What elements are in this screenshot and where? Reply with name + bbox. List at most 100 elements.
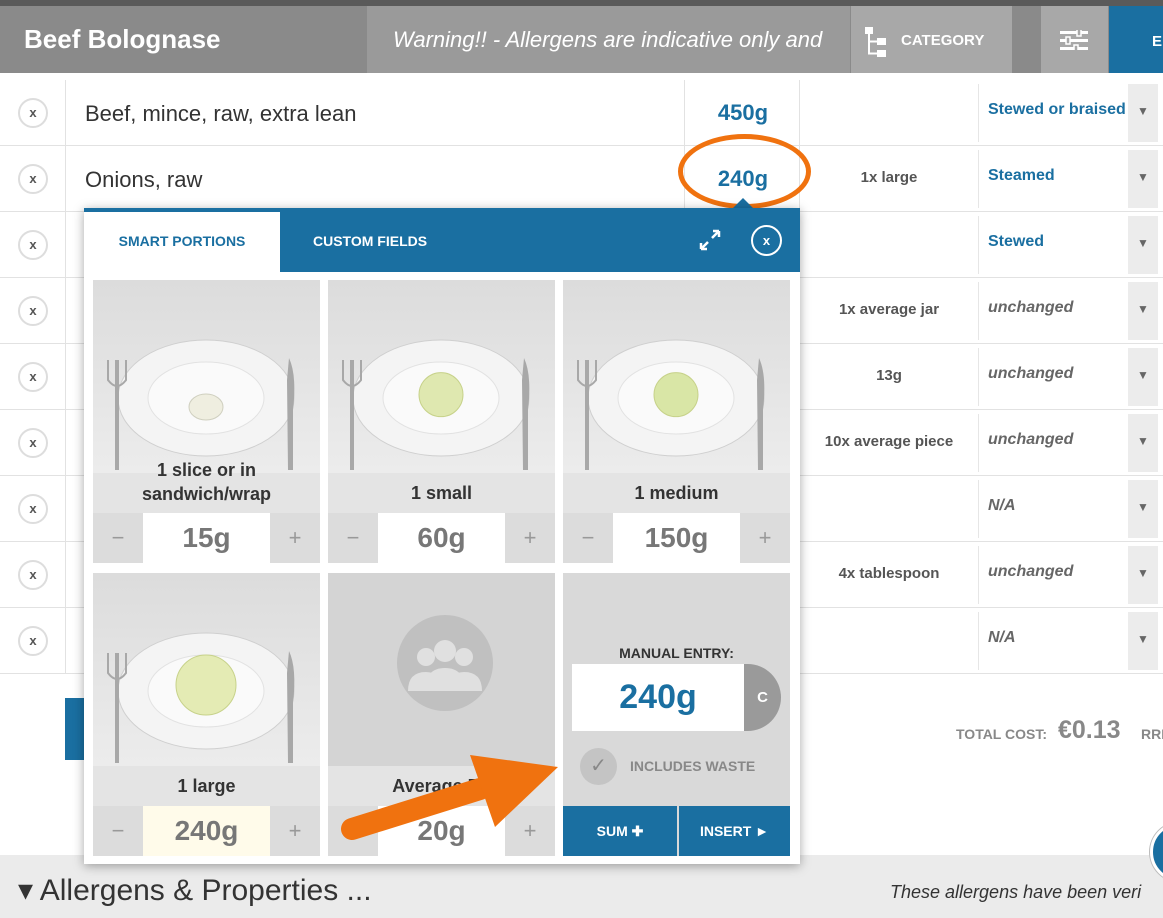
allergen-warning: Warning!! - Allergens are indicative onl… [367, 6, 850, 73]
chevron-down-icon[interactable]: ▼ [1128, 414, 1158, 472]
portion-label: 1 slice or in sandwich/wrap [141, 460, 272, 504]
decrement-button[interactable]: − [93, 513, 143, 563]
remove-cell: x [0, 542, 66, 608]
cooking-method-select[interactable]: unchanged [978, 282, 1128, 340]
remove-ingredient-button[interactable]: x [18, 494, 48, 524]
remove-cell: x [0, 476, 66, 542]
manual-entry-label: MANUAL ENTRY: [619, 645, 734, 661]
ingredient-name[interactable]: Onions, raw [85, 167, 202, 193]
chevron-down-icon[interactable]: ▼ [1128, 480, 1158, 538]
portion-description: 1x large [860, 169, 918, 186]
cooking-method-select[interactable]: unchanged [978, 546, 1128, 604]
cooking-method-select[interactable]: unchanged [978, 348, 1128, 406]
portion-weight[interactable]: 60g [378, 513, 505, 563]
cooking-method-select[interactable]: Stewed or braised [978, 84, 1128, 142]
sliders-icon [1060, 30, 1088, 50]
increment-button[interactable]: + [505, 513, 555, 563]
quantity-value[interactable]: 450g [685, 100, 801, 126]
portion-card[interactable]: 1 medium −150g + [563, 280, 790, 563]
chevron-down-icon[interactable]: ▼ [1128, 216, 1158, 274]
remove-cell: x [0, 410, 66, 476]
remove-ingredient-button[interactable]: x [18, 230, 48, 260]
remove-cell: x [0, 212, 66, 278]
close-popup-button[interactable]: x [751, 225, 782, 256]
increment-button[interactable]: + [270, 806, 320, 856]
remove-cell: x [0, 278, 66, 344]
includes-waste-label: INCLUDES WASTE [630, 758, 756, 774]
category-label: CATEGORY [901, 32, 985, 49]
tab-custom-fields[interactable]: CUSTOM FIELDS [313, 233, 427, 249]
ingredient-name[interactable]: Beef, mince, raw, extra lean [85, 101, 356, 127]
remove-ingredient-button[interactable]: x [18, 164, 48, 194]
chevron-down-icon[interactable]: ▼ [1128, 348, 1158, 406]
tab-smart-portions[interactable]: SMART PORTIONS [84, 212, 280, 272]
portion-stepper: −15g + [93, 513, 320, 563]
total-cost-label: TOTAL COST: [956, 726, 1047, 742]
export-button[interactable]: E [1109, 6, 1163, 73]
remove-ingredient-button[interactable]: x [18, 560, 48, 590]
annotation-arrow [330, 745, 570, 850]
portion-stepper: −60g + [328, 513, 555, 563]
category-button[interactable]: CATEGORY [851, 6, 1012, 73]
expand-icon[interactable] [698, 228, 722, 257]
sum-button[interactable]: SUM ✚ [563, 806, 677, 856]
includes-waste-checkbox[interactable]: ✓ [580, 748, 617, 785]
portion-weight[interactable]: 240g [143, 806, 270, 856]
portion-photo [93, 573, 320, 766]
cooking-method-select[interactable]: Steamed [978, 150, 1128, 208]
increment-button[interactable]: + [270, 513, 320, 563]
remove-cell: x [0, 146, 66, 212]
cooking-method-select[interactable]: N/A [978, 480, 1128, 538]
chevron-down-icon[interactable]: ▼ [1128, 546, 1158, 604]
portion-description: 1x average jar [838, 301, 940, 318]
remove-ingredient-button[interactable]: x [18, 362, 48, 392]
portion-photo [328, 573, 555, 766]
portion-card[interactable]: 1 large −240g + [93, 573, 320, 856]
portion-description: 13g [876, 367, 902, 384]
portion-description: 4x tablespoon [838, 565, 940, 582]
chevron-down-icon[interactable]: ▼ [1128, 282, 1158, 340]
portion-label: 1 large [177, 776, 236, 796]
chevron-down-icon[interactable]: ▼ [1128, 150, 1158, 208]
allergens-note: These allergens have been veri [890, 882, 1142, 902]
remove-ingredient-button[interactable]: x [18, 296, 48, 326]
cooking-method-select[interactable]: N/A [978, 612, 1128, 670]
recipe-title: Beef Bolognase [24, 24, 221, 54]
portion-stepper: −240g + [93, 806, 320, 856]
remove-cell: x [0, 344, 66, 410]
rrp-label: RRP [1141, 726, 1163, 742]
remove-cell: x [0, 608, 66, 674]
remove-ingredient-button[interactable]: x [18, 428, 48, 458]
table-row: x Beef, mince, raw, extra lean 450g Stewed … [0, 80, 1163, 146]
portion-label: 1 medium [634, 483, 719, 503]
settings-button[interactable] [1041, 6, 1108, 73]
portion-photo [93, 280, 320, 473]
cooking-method-select[interactable]: unchanged [978, 414, 1128, 472]
decrement-button[interactable]: − [93, 806, 143, 856]
remove-ingredient-button[interactable]: x [18, 98, 48, 128]
people-icon [397, 615, 493, 711]
cooking-method-select[interactable]: Stewed [978, 216, 1128, 274]
portion-card[interactable]: 1 slice or in sandwich/wrap −15g + [93, 280, 320, 563]
portion-card[interactable]: 1 small −60g + [328, 280, 555, 563]
category-tree-icon [865, 27, 886, 57]
table-row: x Onions, raw 240g 1x large Steamed ▼ [0, 146, 1163, 212]
remove-cell: x [0, 80, 66, 146]
manual-entry-input[interactable]: 240g [572, 664, 744, 731]
decrement-button[interactable]: − [563, 513, 613, 563]
remove-ingredient-button[interactable]: x [18, 626, 48, 656]
total-cost-value: €0.13 [1058, 716, 1121, 744]
chevron-down-icon[interactable]: ▼ [1128, 84, 1158, 142]
portion-stepper: −150g + [563, 513, 790, 563]
portion-weight[interactable]: 15g [143, 513, 270, 563]
popup-pointer [733, 198, 753, 208]
portion-weight[interactable]: 150g [613, 513, 740, 563]
portion-label: 1 small [410, 483, 473, 503]
portion-photo [563, 280, 790, 473]
insert-button[interactable]: INSERT ► [679, 806, 790, 856]
portion-description: 10x average piece [824, 433, 954, 450]
chevron-down-icon[interactable]: ▼ [1128, 612, 1158, 670]
decrement-button[interactable]: − [328, 513, 378, 563]
allergens-title[interactable]: ▾ Allergens & Properties ... [18, 873, 372, 908]
increment-button[interactable]: + [740, 513, 790, 563]
